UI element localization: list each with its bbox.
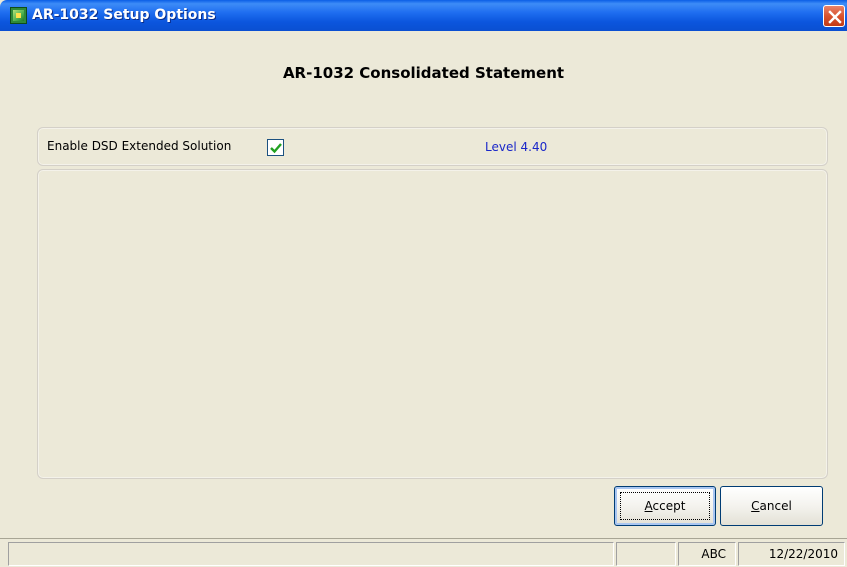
accept-button[interactable]: Accept — [614, 486, 716, 526]
title-bar[interactable]: AR-1032 Setup Options — [0, 0, 847, 31]
window-title: AR-1032 Setup Options — [32, 7, 216, 23]
level-label: Level 4.40 — [485, 140, 548, 154]
status-extra-pane — [616, 542, 676, 566]
status-bar: ABC 12/22/2010 — [0, 538, 847, 567]
app-icon[interactable] — [10, 7, 27, 24]
status-message-pane — [8, 542, 614, 566]
checkmark-icon — [270, 143, 282, 154]
close-icon — [828, 10, 842, 24]
page-title: AR-1032 Consolidated Statement — [282, 64, 565, 82]
enable-dsd-checkbox[interactable] — [267, 139, 284, 156]
cancel-mnemonic: C — [751, 499, 760, 513]
status-company-pane: ABC — [678, 542, 736, 566]
cancel-label: ancel — [759, 499, 792, 513]
accept-label: ccept — [652, 499, 686, 513]
status-date-pane: 12/22/2010 — [738, 542, 845, 566]
cancel-button[interactable]: Cancel — [720, 486, 823, 526]
enable-dsd-label: Enable DSD Extended Solution — [47, 139, 232, 153]
options-panel: Enable DSD Extended Solution Level 4.40 — [37, 127, 828, 166]
accept-mnemonic: A — [644, 499, 653, 513]
close-button[interactable] — [823, 5, 845, 27]
content-panel — [37, 169, 828, 479]
setup-options-window: AR-1032 Setup Options AR-1032 Consolidat… — [0, 0, 847, 567]
